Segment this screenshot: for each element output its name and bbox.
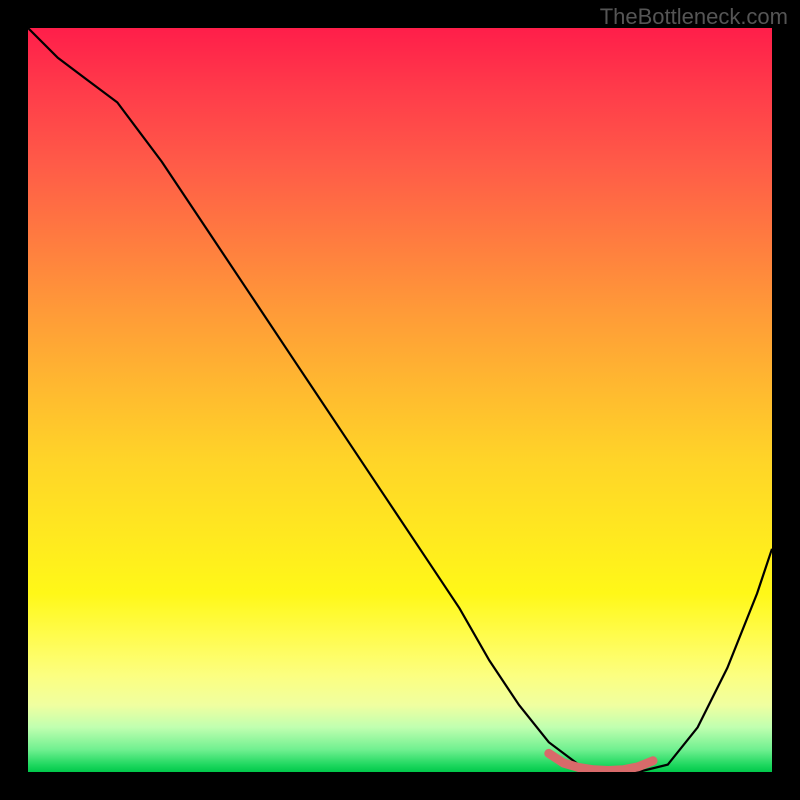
bottleneck-curve-path: [28, 28, 772, 772]
plot-area: [28, 28, 772, 772]
chart-svg: [28, 28, 772, 772]
watermark-text: TheBottleneck.com: [600, 4, 788, 30]
optimal-highlight-path: [549, 753, 653, 770]
